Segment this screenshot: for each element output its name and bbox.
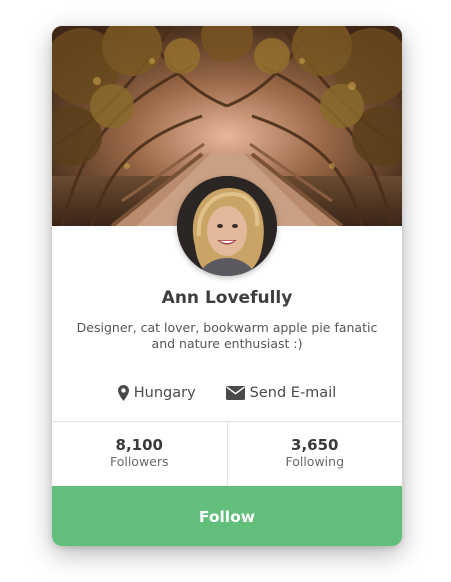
location-item: Hungary — [117, 385, 196, 401]
following-stat[interactable]: 3,650 Following — [226, 422, 403, 486]
avatar — [177, 176, 277, 276]
follow-button[interactable]: Follow — [52, 486, 402, 546]
following-count: 3,650 — [291, 436, 339, 454]
send-email-label[interactable]: Send E-mail — [250, 385, 337, 401]
location-label: Hungary — [133, 385, 196, 401]
contact-row: Hungary Send E-mail — [52, 382, 402, 404]
following-label: Following — [285, 454, 345, 469]
followers-label: Followers — [109, 454, 169, 469]
stats-row: 8,100 Followers 3,650 Following — [52, 421, 402, 486]
profile-bio: Designer, cat lover, bookwarm apple pie … — [76, 320, 378, 351]
send-email-link[interactable]: Send E-mail — [225, 385, 337, 401]
profile-name: Ann Lovefully — [161, 288, 293, 308]
followers-count: 8,100 — [115, 436, 163, 454]
profile-card: Ann Lovefully Designer, cat lover, bookw… — [52, 26, 402, 546]
map-marker-icon — [117, 385, 129, 401]
envelope-icon — [225, 386, 245, 400]
followers-stat[interactable]: 8,100 Followers — [52, 422, 227, 486]
